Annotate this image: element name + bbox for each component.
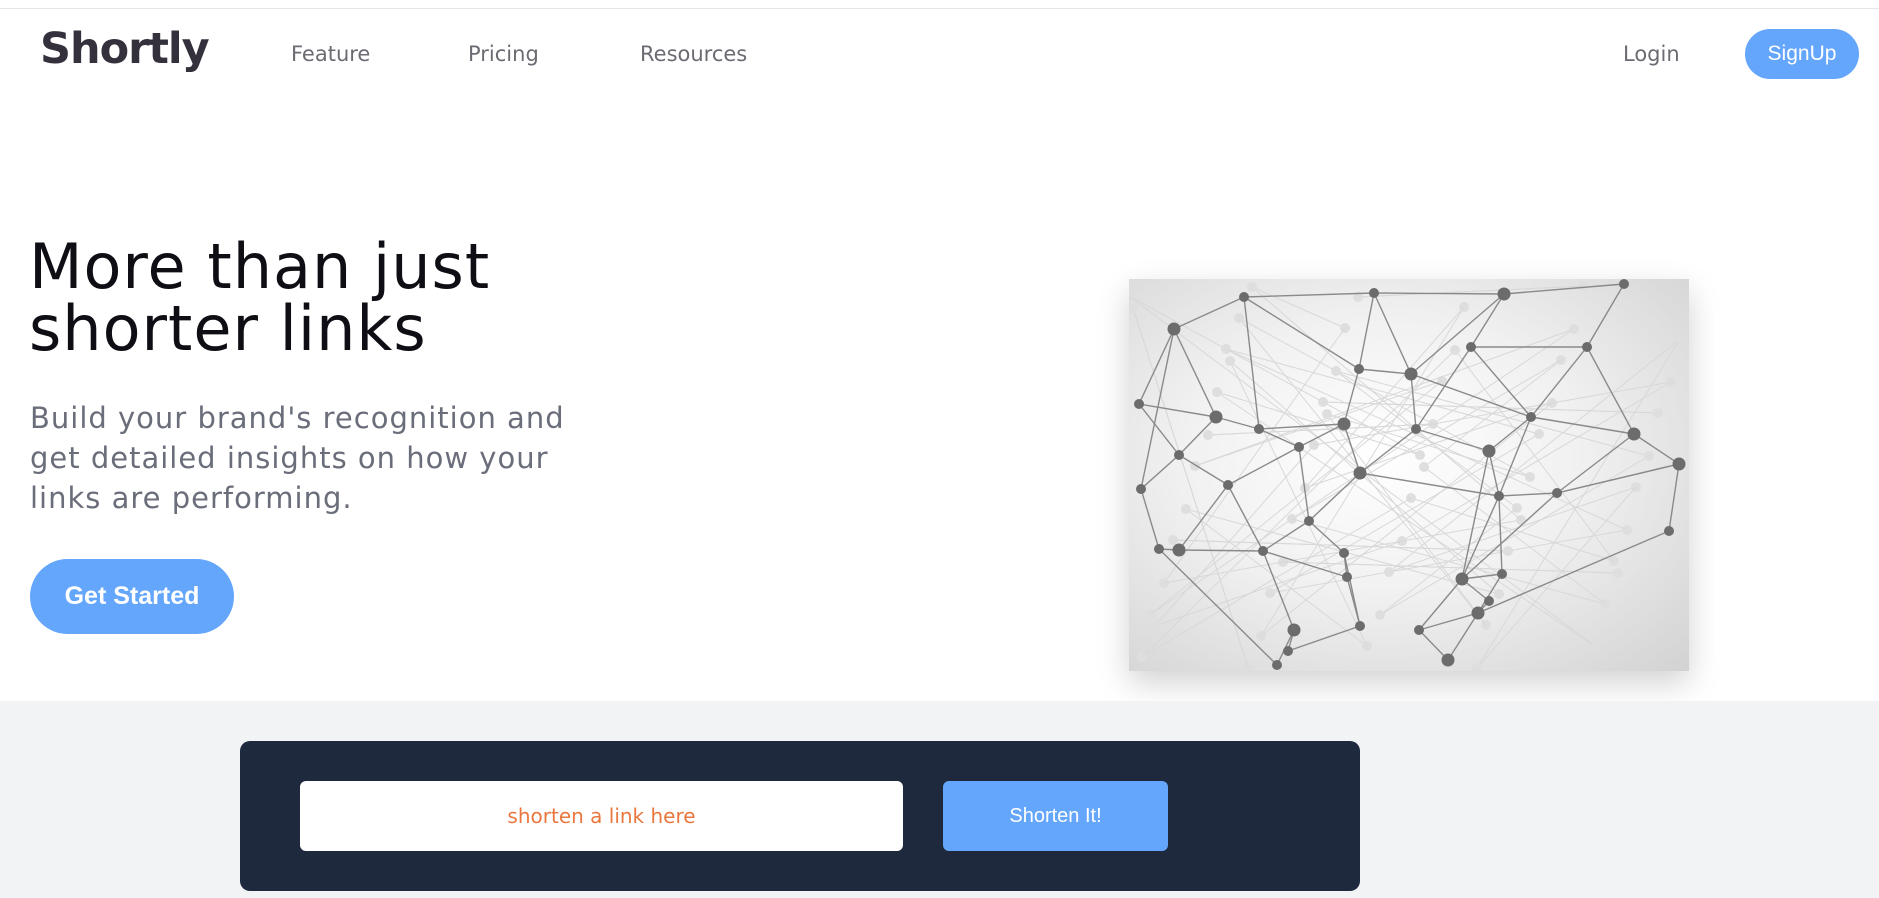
shortener-panel: Shorten It! bbox=[240, 741, 1360, 891]
get-started-button[interactable]: Get Started bbox=[30, 559, 234, 634]
link-input[interactable] bbox=[300, 781, 903, 851]
nav-link-pricing[interactable]: Pricing bbox=[468, 42, 539, 66]
network-illustration-icon bbox=[1129, 279, 1686, 671]
nav-link-feature[interactable]: Feature bbox=[291, 42, 370, 66]
shorten-button[interactable]: Shorten It! bbox=[943, 781, 1168, 851]
signup-button[interactable]: SignUp bbox=[1745, 29, 1859, 79]
top-divider bbox=[0, 0, 1879, 9]
login-link[interactable]: Login bbox=[1623, 42, 1680, 66]
nav-link-resources[interactable]: Resources bbox=[640, 42, 747, 66]
hero-title-line2: shorter links bbox=[29, 292, 427, 365]
hero-subtitle: Build your brand's recognition and get d… bbox=[30, 401, 565, 515]
network-illustration-image bbox=[1129, 279, 1689, 671]
hero-title: More than just shorter links bbox=[29, 236, 649, 360]
brand-logo[interactable]: Shortly bbox=[40, 24, 210, 74]
top-navigation: Shortly Feature Pricing Resources Login … bbox=[0, 10, 1879, 100]
